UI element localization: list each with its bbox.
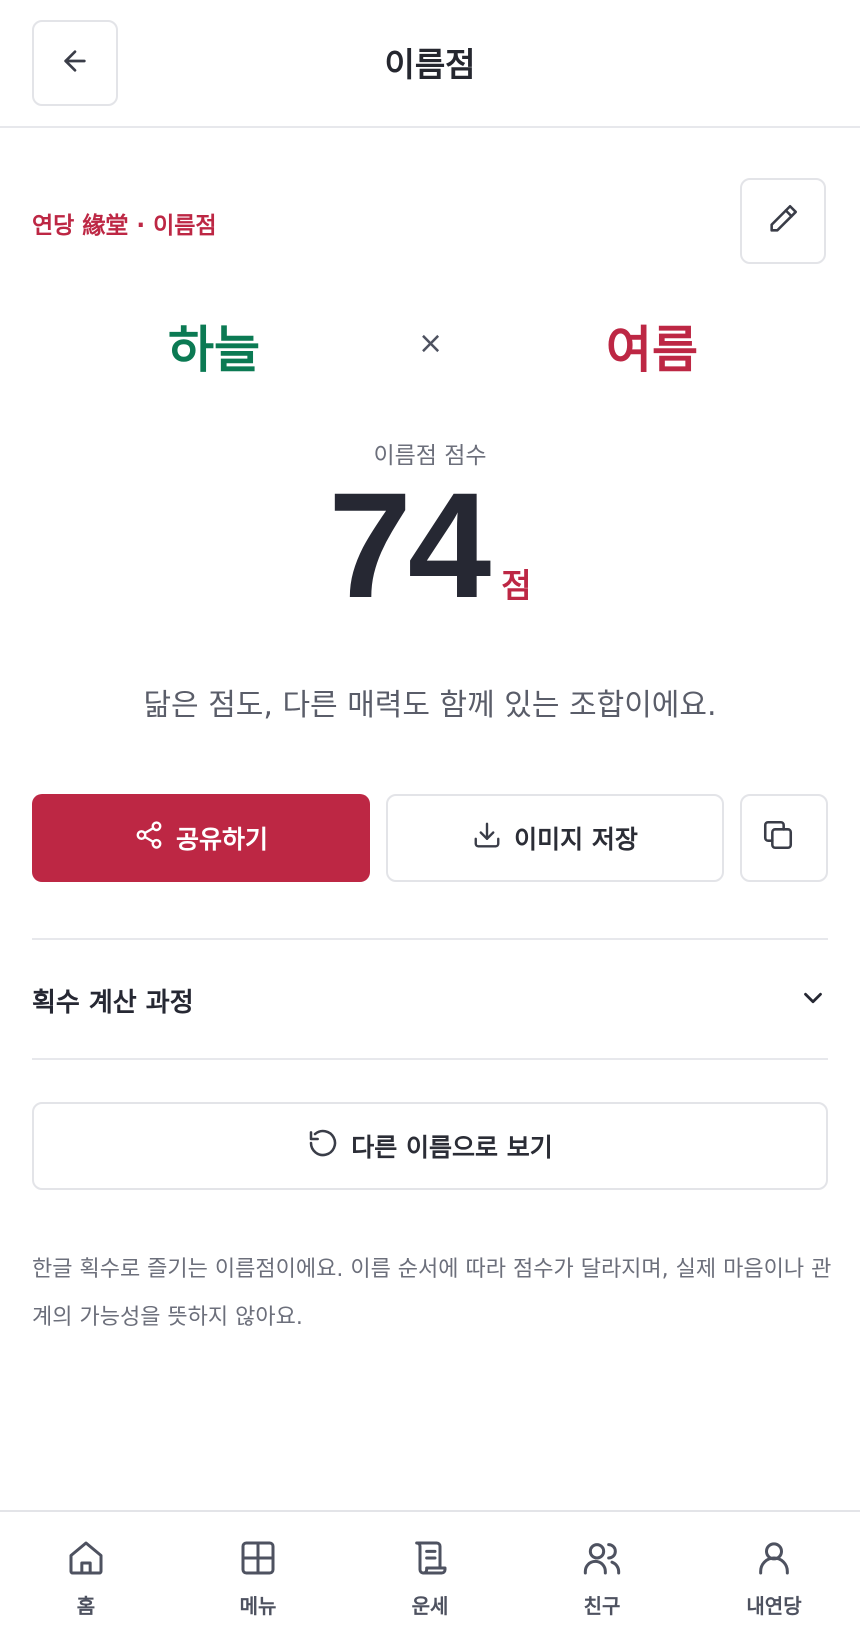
name-pair: 하늘 × 여름 [0, 310, 860, 380]
tab-fortune[interactable]: 운세 [344, 1512, 516, 1640]
download-icon [472, 820, 514, 856]
view-other-names-label: 다른 이름으로 보기 [351, 1133, 553, 1162]
second-name: 여름 [606, 321, 698, 379]
edit-button[interactable] [740, 178, 826, 264]
tab-home[interactable]: 홈 [0, 1512, 172, 1640]
first-name: 하늘 [168, 321, 260, 379]
divider [32, 1058, 828, 1060]
friends-icon [582, 1538, 622, 1582]
view-other-names-button[interactable]: 다른 이름으로 보기 [32, 1102, 828, 1190]
stroke-calculation-accordion[interactable]: 획수 계산 과정 [32, 940, 828, 1060]
tab-label-my-yeondang: 내연당 [746, 1594, 802, 1618]
page-title: 이름점 [384, 45, 476, 84]
result-description: 닮은 점도, 다른 매력도 함께 있는 조합이에요. [143, 688, 717, 723]
grid-icon [238, 1538, 278, 1582]
score-value: 74 [328, 461, 491, 629]
brand-label: 연당 緣堂 · 이름점 [32, 213, 217, 239]
tab-label-menu: 메뉴 [239, 1594, 277, 1618]
bottom-tab-bar: 홈 메뉴 운세 친구 내연당 [0, 1510, 860, 1640]
times-separator: × [418, 326, 444, 361]
scroll-icon [410, 1538, 450, 1582]
tab-my-yeondang[interactable]: 내연당 [688, 1512, 860, 1640]
tab-friends[interactable]: 친구 [516, 1512, 688, 1640]
chevron-down-icon [798, 983, 828, 1017]
user-icon [754, 1538, 794, 1582]
tab-label-friends: 친구 [583, 1594, 621, 1618]
score-display: 74 점 [0, 470, 860, 630]
refresh-icon [307, 1127, 351, 1165]
tab-menu[interactable]: 메뉴 [172, 1512, 344, 1640]
save-image-label: 이미지 저장 [514, 825, 638, 854]
save-image-button[interactable]: 이미지 저장 [386, 794, 724, 882]
accordion-title: 획수 계산 과정 [32, 987, 194, 1018]
score-unit: 점 [501, 566, 532, 605]
app-header: 이름점 [0, 0, 860, 128]
share-icon [134, 820, 176, 856]
share-button[interactable]: 공유하기 [32, 794, 370, 882]
tab-label-home: 홈 [76, 1594, 96, 1618]
home-icon [66, 1538, 106, 1582]
tab-label-fortune: 운세 [411, 1594, 449, 1618]
copy-icon [761, 818, 807, 858]
share-label: 공유하기 [175, 825, 268, 854]
pencil-icon [766, 202, 800, 240]
copy-button[interactable] [740, 794, 828, 882]
notice-text: 한글 획수로 즐기는 이름점이에요. 이름 순서에 따라 점수가 달라지며, 실… [32, 1257, 832, 1330]
